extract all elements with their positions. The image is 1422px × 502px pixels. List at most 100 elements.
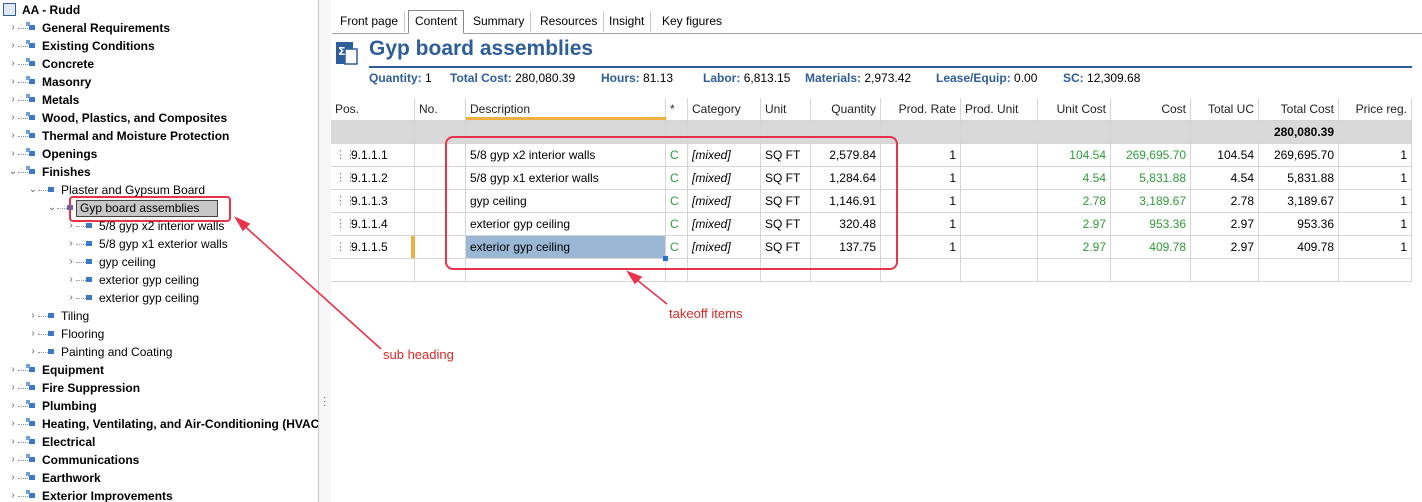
tree-item[interactable]: ⌄ Gyp board assemblies	[0, 199, 318, 217]
expand-chevron-icon[interactable]: ›	[8, 19, 18, 37]
expand-chevron-icon[interactable]: ›	[8, 91, 18, 109]
empty-cell[interactable]	[1259, 259, 1339, 282]
cell-total-cost[interactable]: 5,831.88	[1259, 167, 1339, 190]
cell-prod-unit[interactable]	[961, 167, 1038, 190]
expand-chevron-icon[interactable]: ›	[8, 433, 18, 451]
tree-item[interactable]: › exterior gyp ceiling	[0, 289, 318, 307]
cell-unit-cost[interactable]: 4.54	[1038, 167, 1111, 190]
column-header[interactable]: Pos.	[331, 98, 415, 121]
group-cell[interactable]	[1191, 121, 1259, 144]
tree-item[interactable]: › Thermal and Moisture Protection	[0, 127, 318, 145]
cell-cost[interactable]: 269,695.70	[1111, 144, 1191, 167]
tree-item[interactable]: ⌄ Plaster and Gypsum Board	[0, 181, 318, 199]
group-cell[interactable]	[961, 121, 1038, 144]
cell-pos[interactable]: ⋮⋮ 9.1.1.1	[331, 144, 415, 167]
cell-cost[interactable]: 953.36	[1111, 213, 1191, 236]
tree-item[interactable]: › Openings	[0, 145, 318, 163]
cell-total-uc[interactable]: 104.54	[1191, 144, 1259, 167]
cell-price-reg[interactable]: 1	[1339, 144, 1412, 167]
expand-chevron-icon[interactable]: ›	[28, 343, 38, 361]
tree-item[interactable]: › Earthwork	[0, 469, 318, 487]
tree-item[interactable]: › Metals	[0, 91, 318, 109]
cell-unit-cost[interactable]: 2.97	[1038, 213, 1111, 236]
tree-item[interactable]: › Masonry	[0, 73, 318, 91]
cell-total-cost[interactable]: 409.78	[1259, 236, 1339, 259]
cell-pos[interactable]: ⋮⋮ 9.1.1.4	[331, 213, 415, 236]
expand-chevron-icon[interactable]: ›	[8, 37, 18, 55]
expand-chevron-icon[interactable]: ›	[8, 487, 18, 502]
tab-front-page[interactable]: Front page	[334, 11, 406, 32]
pane-splitter[interactable]: · · ·	[318, 0, 331, 502]
cell-price-reg[interactable]: 1	[1339, 190, 1412, 213]
expand-chevron-icon[interactable]: ›	[8, 127, 18, 145]
cell-cost[interactable]: 5,831.88	[1111, 167, 1191, 190]
expand-chevron-icon[interactable]: ›	[8, 55, 18, 73]
tree-item[interactable]: › Painting and Coating	[0, 343, 318, 361]
empty-cell[interactable]	[1191, 259, 1259, 282]
drag-handle-icon[interactable]: ⋮⋮	[335, 236, 356, 258]
tree-item[interactable]: › Plumbing	[0, 397, 318, 415]
cell-price-reg[interactable]: 1	[1339, 236, 1412, 259]
tab-resources[interactable]: Resources	[534, 11, 605, 32]
cell-total-uc[interactable]: 2.97	[1191, 213, 1259, 236]
cell-total-uc[interactable]: 2.78	[1191, 190, 1259, 213]
column-header[interactable]: Prod. Unit	[961, 98, 1038, 121]
tab-insight[interactable]: Insight	[603, 11, 652, 32]
collapse-chevron-icon[interactable]: ⌄	[28, 181, 38, 199]
column-header[interactable]: No.	[415, 98, 466, 121]
expand-chevron-icon[interactable]: ›	[66, 289, 76, 307]
cell-unit-cost[interactable]: 104.54	[1038, 144, 1111, 167]
column-header[interactable]: Total UC	[1191, 98, 1259, 121]
tree-item[interactable]: › Wood, Plastics, and Composites	[0, 109, 318, 127]
group-cell[interactable]	[1339, 121, 1412, 144]
drag-handle-icon[interactable]: ⋮⋮	[335, 144, 356, 166]
cell-pos[interactable]: ⋮⋮ 9.1.1.2	[331, 167, 415, 190]
column-header[interactable]: Unit	[761, 98, 811, 121]
tree-item[interactable]: › gyp ceiling	[0, 253, 318, 271]
expand-chevron-icon[interactable]: ›	[8, 73, 18, 91]
tree-item[interactable]: › Equipment	[0, 361, 318, 379]
cell-prod-unit[interactable]	[961, 190, 1038, 213]
expand-chevron-icon[interactable]: ›	[66, 235, 76, 253]
expand-chevron-icon[interactable]: ›	[8, 451, 18, 469]
expand-chevron-icon[interactable]: ›	[28, 307, 38, 325]
tree-item[interactable]: › Flooring	[0, 325, 318, 343]
column-header[interactable]: Unit Cost	[1038, 98, 1111, 121]
group-cell[interactable]	[1111, 121, 1191, 144]
tree-item[interactable]: › Concrete	[0, 55, 318, 73]
drag-handle-icon[interactable]: ⋮⋮	[335, 213, 356, 235]
tree-item[interactable]: › exterior gyp ceiling	[0, 271, 318, 289]
cell-cost[interactable]: 3,189.67	[1111, 190, 1191, 213]
expand-chevron-icon[interactable]: ›	[28, 325, 38, 343]
project-tree[interactable]: AA - Rudd › General Requirements › Existing…	[0, 0, 318, 502]
cell-pos[interactable]: ⋮⋮ 9.1.1.5	[331, 236, 415, 259]
column-header[interactable]: *	[666, 98, 688, 121]
tree-item[interactable]: › 5/8 gyp x2 interior walls	[0, 217, 318, 235]
collapse-chevron-icon[interactable]: ⌄	[8, 163, 18, 181]
expand-chevron-icon[interactable]: ›	[8, 145, 18, 163]
empty-cell[interactable]	[331, 259, 415, 282]
column-header[interactable]: Quantity	[811, 98, 881, 121]
cell-total-uc[interactable]: 4.54	[1191, 167, 1259, 190]
column-header[interactable]: Category	[688, 98, 761, 121]
cell-prod-unit[interactable]	[961, 236, 1038, 259]
tree-item[interactable]: › Tiling	[0, 307, 318, 325]
drag-handle-icon[interactable]: ⋮⋮	[335, 190, 356, 212]
column-header[interactable]: Price reg.	[1339, 98, 1412, 121]
tree-item[interactable]: › Exterior Improvements	[0, 487, 318, 502]
tree-item[interactable]: › 5/8 gyp x1 exterior walls	[0, 235, 318, 253]
tree-item[interactable]: › Existing Conditions	[0, 37, 318, 55]
tab-content[interactable]: Content	[408, 10, 465, 34]
cell-total-cost[interactable]: 269,695.70	[1259, 144, 1339, 167]
cell-prod-unit[interactable]	[961, 213, 1038, 236]
collapse-chevron-icon[interactable]: ⌄	[47, 199, 57, 217]
empty-cell[interactable]	[1038, 259, 1111, 282]
cell-unit-cost[interactable]: 2.78	[1038, 190, 1111, 213]
tree-item[interactable]: › Electrical	[0, 433, 318, 451]
tab-summary[interactable]: Summary	[467, 11, 532, 32]
column-header[interactable]: Cost	[1111, 98, 1191, 121]
cell-unit-cost[interactable]: 2.97	[1038, 236, 1111, 259]
column-header[interactable]: Total Cost	[1259, 98, 1339, 121]
expand-chevron-icon[interactable]: ›	[8, 361, 18, 379]
group-cell[interactable]	[331, 121, 415, 144]
